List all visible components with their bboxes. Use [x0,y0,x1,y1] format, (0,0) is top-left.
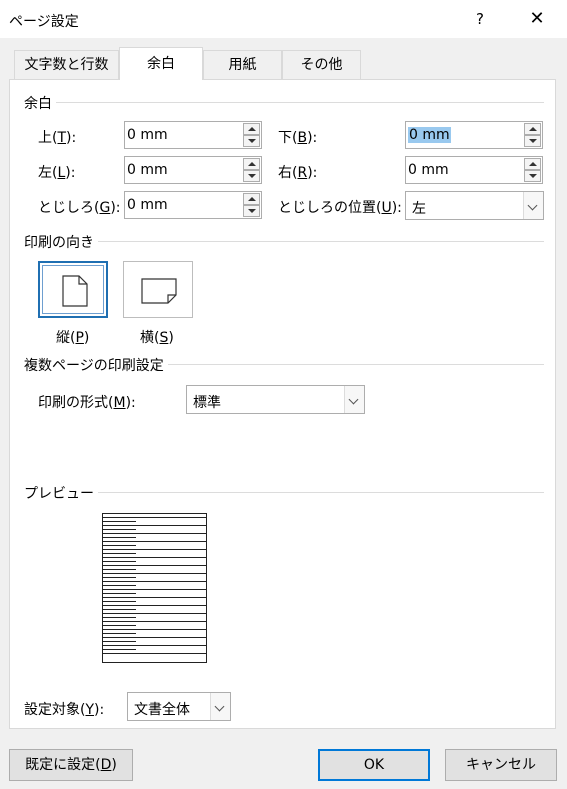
preview-text-line [103,649,136,650]
preview-text-line [103,557,206,558]
tab-other[interactable]: その他 [282,50,361,79]
cancel-button[interactable]: キャンセル [445,749,557,781]
preview-text-line [103,525,206,526]
portrait-page-icon [62,275,88,307]
tab-characters-lines[interactable]: 文字数と行数 [14,50,119,79]
chevron-down-icon[interactable] [523,192,543,219]
multiple-pages-section-label: 複数ページの印刷設定 [24,355,168,375]
preview-text-line [103,653,206,654]
help-button[interactable]: ? [466,6,494,32]
preview-text-line [103,617,136,618]
portrait-button[interactable] [38,261,108,318]
gutter-position-label: とじしろの位置(U): [278,200,402,216]
preview-text-line [103,549,206,550]
top-margin-input[interactable]: 0 mm [124,121,262,149]
landscape-page-icon [141,278,177,304]
preview-text-line [103,529,136,530]
preview-text-line [103,581,206,582]
ok-button[interactable]: OK [318,749,430,781]
spin-down-button[interactable] [243,135,260,147]
preview-text-line [103,533,206,534]
preview-text-line [103,573,206,574]
preview-text-line [103,641,136,642]
margins-section-label: 余白 [24,93,56,113]
orientation-divider [24,241,544,242]
preview-text-line [103,629,206,630]
preview-text-line [103,645,206,646]
top-margin-label: 上(T): [38,130,77,146]
preview-text-line [103,577,136,578]
left-margin-input[interactable]: 0 mm [124,156,262,184]
close-button[interactable]: ✕ [520,6,554,32]
preview-text-line [103,625,136,626]
right-margin-label: 右(R): [278,165,318,181]
orientation-section-label: 印刷の向き [24,232,98,252]
preview-divider [24,492,544,493]
chevron-down-icon[interactable] [344,386,364,413]
print-format-label: 印刷の形式(M): [38,395,136,411]
right-margin-input[interactable]: 0 mm [405,156,543,184]
spin-down-button[interactable] [524,170,541,182]
preview-text-line [103,569,136,570]
preview-text-line [103,545,136,546]
gutter-input[interactable]: 0 mm [124,191,262,219]
left-margin-label: 左(L): [38,165,76,181]
preview-text-line [103,613,206,614]
preview-text-line [103,517,206,518]
gutter-label: とじしろ(G): [38,200,121,216]
spin-up-button[interactable] [243,158,260,170]
tab-paper[interactable]: 用紙 [203,50,282,79]
bottom-margin-input[interactable]: 0 mm [405,121,543,149]
print-format-select[interactable]: 標準 [186,385,365,414]
spin-up-button[interactable] [243,123,260,135]
dialog-title: ページ設定 [9,14,79,30]
apply-to-select[interactable]: 文書全体 [127,692,231,721]
tab-margins[interactable]: 余白 [119,47,203,80]
preview-text-line [103,637,206,638]
preview-page [102,513,207,663]
preview-text-line [103,565,206,566]
margins-divider [24,102,544,103]
spin-up-button[interactable] [243,193,260,205]
landscape-button[interactable] [123,261,193,318]
chevron-down-icon[interactable] [210,693,230,720]
spin-up-button[interactable] [524,123,541,135]
spin-down-button[interactable] [243,170,260,182]
landscape-label: 横(S) [140,330,174,346]
preview-text-line [103,585,136,586]
preview-text-line [103,621,206,622]
preview-text-line [103,633,136,634]
spin-down-button[interactable] [243,205,260,217]
spin-up-button[interactable] [524,158,541,170]
preview-text-line [103,541,206,542]
preview-text-line [103,553,136,554]
spin-down-button[interactable] [524,135,541,147]
preview-text-line [103,537,136,538]
preview-text-line [103,593,136,594]
preview-section-label: プレビュー [24,483,98,503]
preview-text-line [103,589,206,590]
preview-text-line [103,597,206,598]
gutter-position-select[interactable]: 左 [405,191,544,220]
preview-text-line [103,561,136,562]
preview-text-line [103,601,136,602]
bottom-margin-label: 下(B): [278,130,318,146]
set-default-button[interactable]: 既定に設定(D) [9,749,133,781]
apply-to-label: 設定対象(Y): [24,702,105,718]
preview-text-line [103,609,136,610]
portrait-label: 縦(P) [56,330,90,346]
preview-text-line [103,521,136,522]
preview-text-line [103,605,206,606]
